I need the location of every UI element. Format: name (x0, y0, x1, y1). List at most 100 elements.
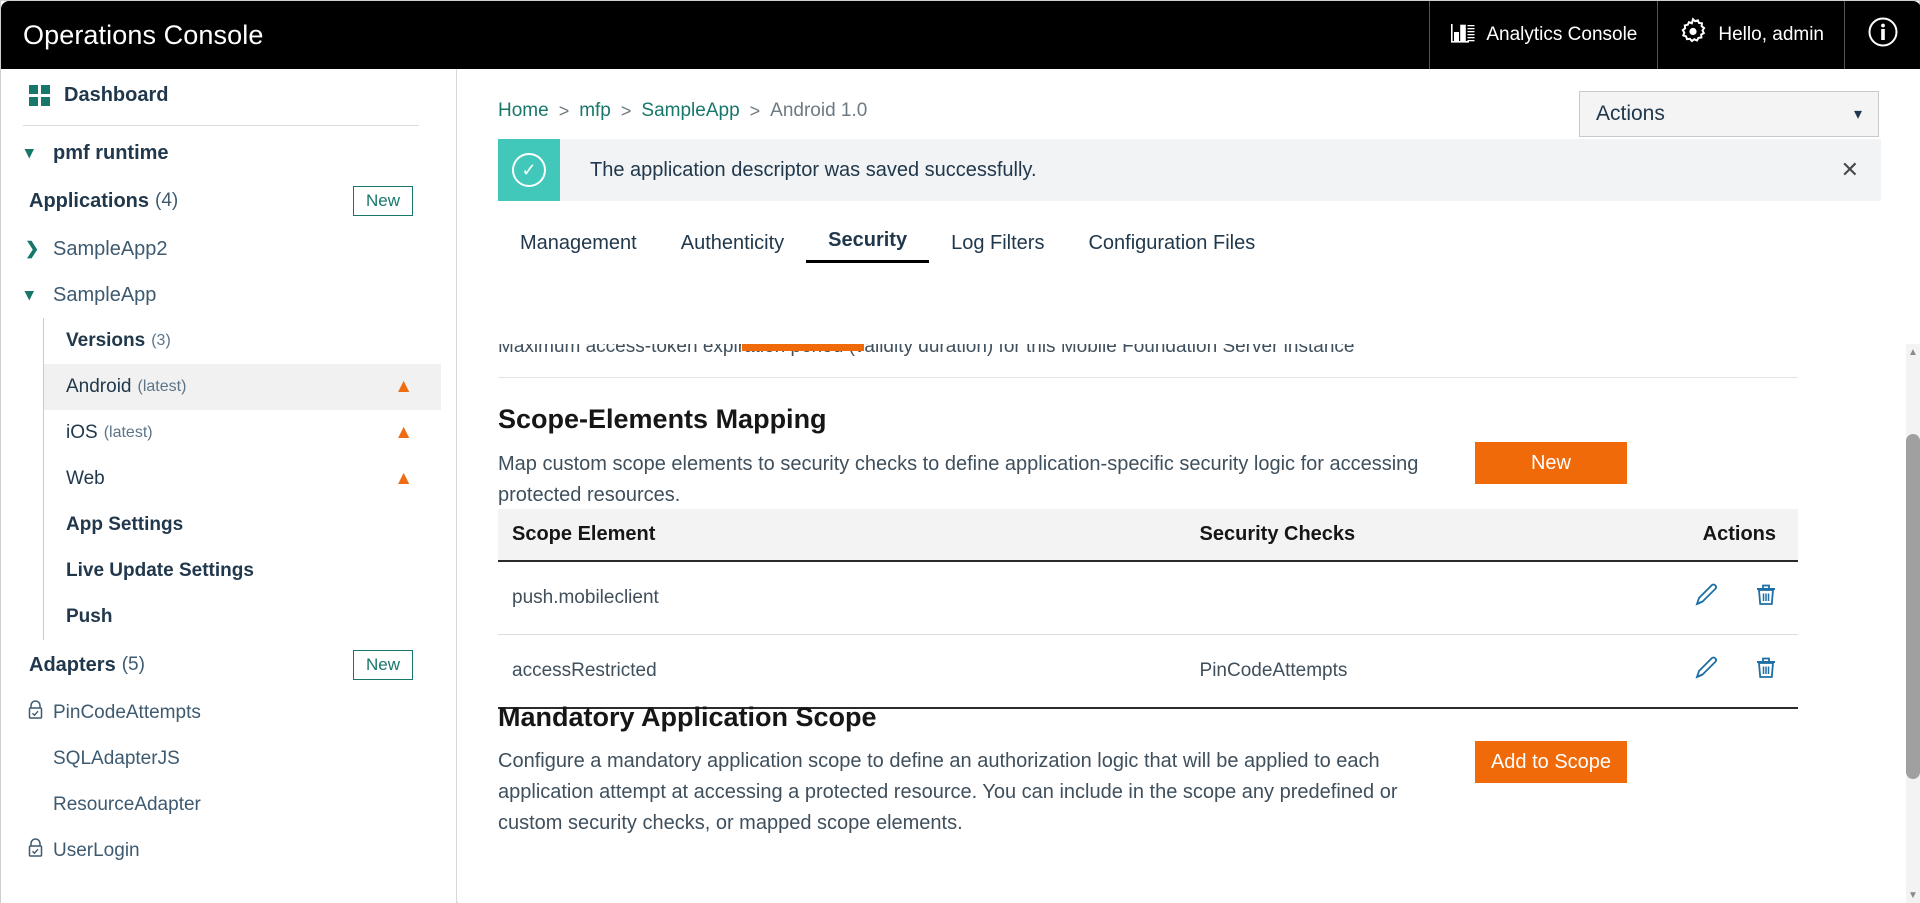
success-alert: ✓ The application descriptor was saved s… (498, 139, 1881, 201)
sidebar-item-label: iOS (66, 422, 98, 444)
pencil-icon[interactable] (1691, 653, 1721, 689)
clipped-token-expiration-text: Maximum access-token expiration period (… (498, 344, 1354, 358)
tab-log-filters[interactable]: Log Filters (929, 226, 1066, 263)
main-scroll-down-button[interactable]: ▼ (1906, 887, 1920, 903)
alert-message: The application descriptor was saved suc… (560, 159, 1037, 182)
sidebar-item-label: pmf runtime (53, 142, 169, 165)
sidebar-subtree-sampleapp: Versions (3) Android (latest) ▲ iOS (lat… (43, 318, 441, 640)
scope-mapping-description: Map custom scope elements to security ch… (498, 449, 1428, 511)
sidebar-item-label: Dashboard (64, 84, 168, 107)
sidebar-item-ios[interactable]: iOS (latest) ▲ (44, 410, 441, 456)
user-menu[interactable]: Hello, admin (1657, 1, 1844, 69)
breadcrumb-separator: > (750, 101, 761, 122)
sidebar-item-pmf-runtime[interactable]: ▾ pmf runtime (1, 130, 441, 176)
info-button[interactable] (1844, 1, 1920, 69)
top-header-bar: Operations Console (1, 1, 1920, 69)
cell-actions (1595, 561, 1798, 635)
main-scrollbar-thumb[interactable] (1906, 434, 1920, 779)
pencil-icon[interactable] (1691, 580, 1721, 616)
new-application-button[interactable]: New (353, 186, 413, 216)
sidebar-item-live-update-settings[interactable]: Live Update Settings (44, 548, 441, 594)
column-header-actions: Actions (1595, 509, 1798, 561)
sidebar-section-adapters: Adapters (5) New (1, 640, 441, 690)
tab-management[interactable]: Management (498, 226, 659, 263)
sidebar-item-sqladapterjs[interactable]: SQLAdapterJS (1, 736, 441, 782)
tab-configuration-files[interactable]: Configuration Files (1066, 226, 1277, 263)
warning-triangle-icon: ▲ (394, 468, 413, 490)
tab-security[interactable]: Security (806, 223, 929, 263)
lock-check-icon (27, 700, 53, 726)
adapters-count: (5) (122, 654, 145, 676)
sidebar-item-push[interactable]: Push (44, 594, 441, 640)
main-scroll-up-button[interactable]: ▲ (1906, 344, 1920, 360)
table-head: Scope Element Security Checks Actions (498, 509, 1798, 561)
table-header-row: Scope Element Security Checks Actions (498, 509, 1798, 561)
tab-underline-overflow (742, 344, 864, 351)
sidebar-item-suffix: (latest) (138, 378, 187, 396)
dashboard-grid-icon (29, 85, 50, 106)
cell-security-checks: PinCodeAttempts (720, 635, 1596, 709)
sidebar-divider (23, 125, 419, 126)
sidebar-item-label: SQLAdapterJS (53, 748, 180, 770)
mandatory-scope-title: Mandatory Application Scope (498, 702, 877, 733)
sidebar-item-label: App Settings (66, 514, 183, 536)
sidebar-item-label: ResourceAdapter (53, 794, 201, 816)
analytics-console-link[interactable]: Analytics Console (1429, 1, 1657, 69)
scope-elements-table: Scope Element Security Checks Actions pu… (498, 509, 1798, 709)
cell-scope-element: accessRestricted (498, 635, 720, 709)
tab-bar: Management Authenticity Security Log Fil… (498, 223, 1881, 263)
sidebar-item-label: UserLogin (53, 840, 140, 862)
applications-count: (4) (155, 190, 178, 212)
sidebar-item-userlogin[interactable]: UserLogin (1, 828, 441, 874)
sidebar-item-dashboard[interactable]: Dashboard (1, 69, 441, 121)
sidebar-item-android[interactable]: Android (latest) ▲ (44, 364, 441, 410)
sidebar-item-resourceadapter[interactable]: ResourceAdapter (1, 782, 441, 828)
info-circle-icon (1867, 16, 1899, 54)
warning-triangle-icon: ▲ (394, 376, 413, 398)
breadcrumb-item-home[interactable]: Home (498, 100, 549, 122)
trash-icon[interactable] (1752, 580, 1780, 616)
sidebar-item-label: PinCodeAttempts (53, 702, 201, 724)
sidebar-item-sampleapp2[interactable]: ❯ SampleApp2 (1, 226, 441, 272)
sidebar-item-label: Push (66, 606, 112, 628)
sidebar-item-pincodeattempts[interactable]: PinCodeAttempts (1, 690, 441, 736)
sidebar-item-sampleapp[interactable]: ▾ SampleApp (1, 272, 441, 318)
sidebar-item-web[interactable]: Web ▲ (44, 456, 441, 502)
new-scope-element-button[interactable]: New (1475, 442, 1627, 484)
user-label: Hello, admin (1718, 24, 1824, 46)
close-icon[interactable]: ✕ (1841, 157, 1859, 183)
lock-check-icon (27, 838, 53, 864)
warning-triangle-icon: ▲ (394, 422, 413, 444)
add-to-scope-button[interactable]: Add to Scope (1475, 741, 1627, 783)
breadcrumb-separator: > (559, 101, 570, 122)
chevron-down-icon: ▾ (25, 143, 47, 163)
cell-security-checks (720, 561, 1596, 635)
security-settings-pane: Maximum access-token expiration period (… (458, 344, 1920, 903)
bar-chart-icon (1450, 20, 1476, 50)
scope-mapping-title: Scope-Elements Mapping (498, 404, 827, 435)
main-content: Home > mfp > SampleApp > Android 1.0 Act… (458, 69, 1920, 903)
sidebar-item-label: SampleApp2 (53, 238, 168, 261)
breadcrumb-item-sampleapp[interactable]: SampleApp (641, 100, 739, 122)
versions-count: (3) (151, 332, 171, 350)
new-adapter-button[interactable]: New (353, 650, 413, 680)
sidebar-item-label: SampleApp (53, 284, 156, 307)
trash-icon[interactable] (1752, 653, 1780, 689)
sidebar-item-label: Web (66, 468, 105, 490)
table-body: push.mobileclient (498, 561, 1798, 708)
table-row: accessRestricted PinCodeAttempts (498, 635, 1798, 709)
actions-dropdown-value: Actions (1596, 102, 1665, 126)
gear-user-icon (1678, 17, 1708, 53)
sidebar-item-suffix: (latest) (104, 424, 153, 442)
analytics-console-label: Analytics Console (1486, 24, 1637, 46)
chevron-down-icon: ▾ (25, 285, 47, 305)
section-divider (498, 377, 1798, 378)
versions-label: Versions (66, 330, 145, 352)
actions-dropdown[interactable]: Actions ▾ (1579, 91, 1879, 137)
app-window: Operations Console (0, 0, 1920, 903)
check-circle-icon: ✓ (512, 153, 546, 187)
adapters-label: Adapters (29, 654, 116, 677)
tab-authenticity[interactable]: Authenticity (659, 226, 806, 263)
breadcrumb-item-mfp[interactable]: mfp (579, 100, 611, 122)
sidebar-item-app-settings[interactable]: App Settings (44, 502, 441, 548)
